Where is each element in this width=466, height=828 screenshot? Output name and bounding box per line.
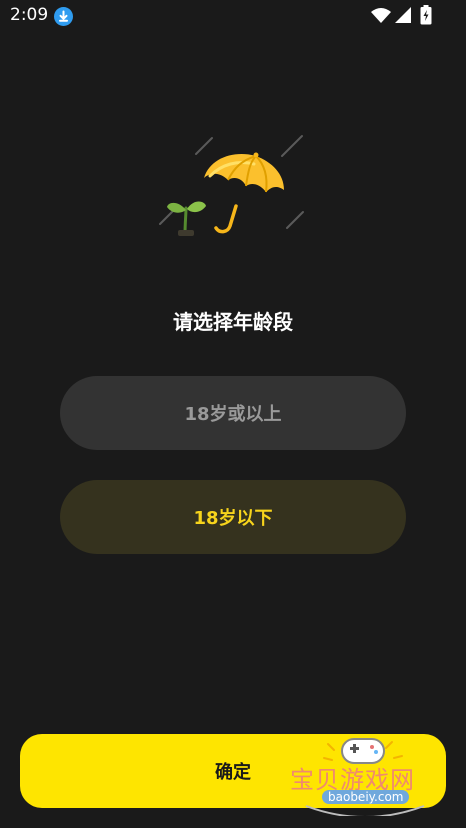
- age-option-label: 18岁或以上: [184, 404, 282, 425]
- sprout-icon: [167, 201, 206, 236]
- battery-icon: [420, 5, 432, 25]
- status-bar: 2:09: [0, 0, 466, 32]
- download-icon: [54, 7, 73, 26]
- age-option-18-or-above[interactable]: 18岁或以上: [60, 376, 406, 450]
- watermark-logo: 宝贝游戏网 baobeiy.com: [286, 736, 444, 816]
- watermark-url: baobeiy.com: [322, 790, 410, 804]
- status-time: 2:09: [10, 5, 49, 25]
- confirm-button-label: 确定: [215, 762, 251, 783]
- page-title: 请选择年龄段: [173, 310, 293, 334]
- age-option-under-18[interactable]: 18岁以下: [60, 480, 406, 554]
- wifi-icon: [371, 8, 391, 23]
- umbrella-illustration: [159, 135, 304, 236]
- age-option-label: 18岁以下: [193, 508, 273, 529]
- umbrella-icon: [204, 152, 284, 234]
- age-selection-screen: 2:09 请选择年龄段 18岁或以上 18岁以下 确定 宝贝游戏网 baobei…: [0, 0, 466, 828]
- signal-icon: [395, 7, 411, 23]
